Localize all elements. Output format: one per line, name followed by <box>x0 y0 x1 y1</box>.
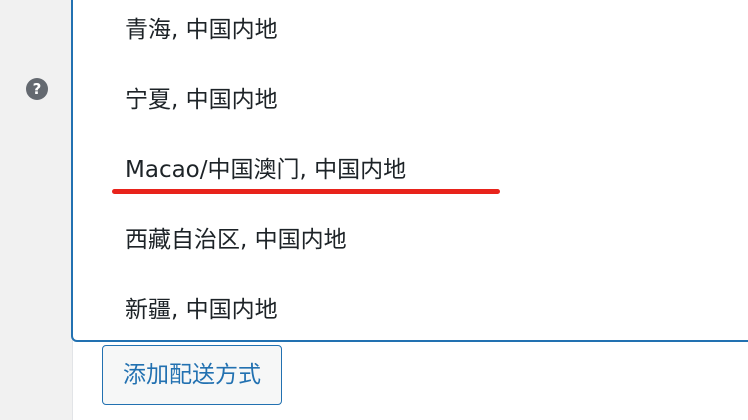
dropdown-option[interactable]: 青海, 中国内地 <box>125 10 278 44</box>
left-label-column: ? <box>0 0 73 420</box>
dropdown-option[interactable]: 西藏自治区, 中国内地 <box>125 220 347 254</box>
dropdown-option[interactable]: 新疆, 中国内地 <box>125 290 278 324</box>
annotation-underline <box>112 189 500 194</box>
help-icon[interactable]: ? <box>26 78 48 100</box>
dropdown-option-macao[interactable]: Macao/中国澳门, 中国内地 <box>125 150 406 184</box>
dropdown-option[interactable]: 宁夏, 中国内地 <box>125 80 278 114</box>
region-select-dropdown[interactable]: 青海, 中国内地 宁夏, 中国内地 Macao/中国澳门, 中国内地 西藏自治区… <box>71 0 748 342</box>
add-shipping-method-button[interactable]: 添加配送方式 <box>102 345 282 405</box>
shipping-zone-editor: ? 青海, 中国内地 宁夏, 中国内地 Macao/中国澳门, 中国内地 西藏自… <box>0 0 748 420</box>
